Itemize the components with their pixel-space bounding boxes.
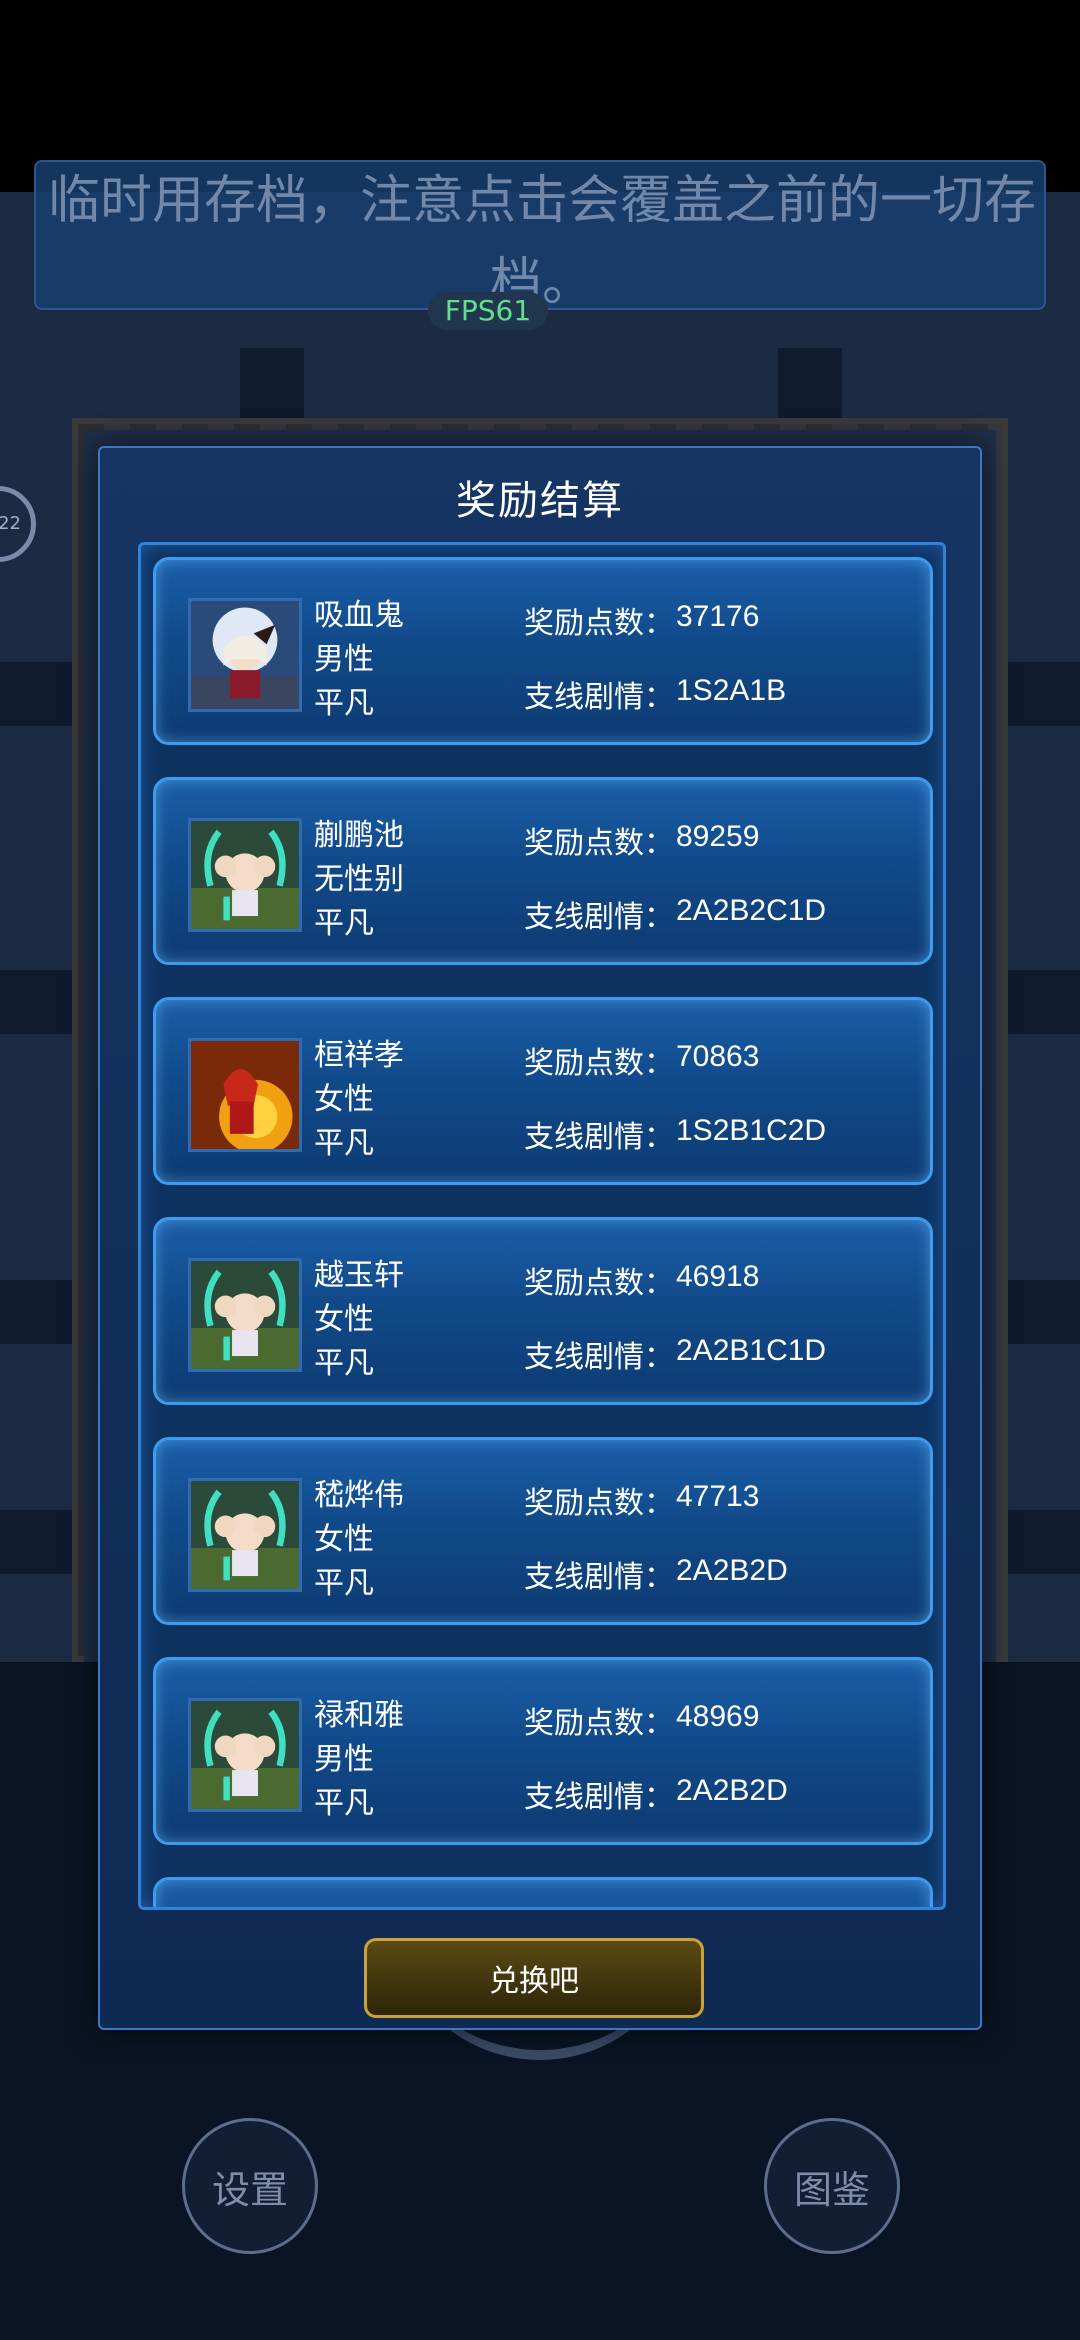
side-block (1008, 970, 1080, 1034)
side-block (0, 970, 72, 1034)
branch-story-value: 2A2B2D (676, 1554, 788, 1587)
reward-points-value: 37176 (676, 600, 760, 633)
reward-settlement-dialog: 奖励结算 吸血鬼 男性 平凡 奖励点数： 37176 支线剧情： 1S2A1B 蒯鹏池 无性别… (98, 446, 982, 2030)
branch-story-label: 支线剧情： (524, 1120, 674, 1155)
character-gender: 女性 (314, 1522, 374, 1557)
reward-card[interactable]: 吸血鬼男性平凡 奖励点数： 37176 支线剧情： 1S2A1B (153, 557, 933, 745)
codex-button[interactable]: 图鉴 (764, 2118, 900, 2254)
fps-counter: FPS61 (428, 292, 548, 330)
side-block (0, 662, 72, 726)
reward-points-label: 奖励点数： (524, 606, 674, 641)
save-notice-banner[interactable]: 临时用存档，注意点击会覆盖之前的一切存档。 (34, 160, 1046, 310)
branch-story-label: 支线剧情： (524, 1780, 674, 1815)
character-talent: 平凡 (314, 906, 374, 941)
branch-story-label: 支线剧情： (524, 1340, 674, 1375)
side-block (1008, 1280, 1080, 1344)
branch-story-label: 支线剧情： (524, 900, 674, 935)
reward-points-value: 46918 (676, 1260, 760, 1293)
dialog-title: 奖励结算 (456, 478, 624, 524)
side-block (0, 1510, 72, 1574)
character-name: 蒯鹏池 (314, 818, 404, 853)
reward-card-partial[interactable] (153, 1877, 933, 1907)
branch-story-label: 支线剧情： (524, 680, 674, 715)
character-gender: 女性 (314, 1082, 374, 1117)
character-name: 禄和雅 (314, 1698, 404, 1733)
branch-story-value: 1S2A1B (676, 674, 787, 707)
character-name: 越玉轩 (314, 1258, 404, 1293)
reward-card[interactable]: 禄和雅男性平凡 奖励点数： 48969 支线剧情： 2A2B2D (153, 1657, 933, 1845)
character-avatar (188, 1038, 302, 1152)
side-block (0, 1280, 72, 1344)
character-avatar (188, 598, 302, 712)
character-avatar (188, 818, 302, 932)
save-notice-text: 临时用存档，注意点击会覆盖之前的一切存档。 (47, 171, 1036, 310)
character-avatar (188, 1258, 302, 1372)
reward-points-value: 70863 (676, 1040, 760, 1073)
exchange-button[interactable]: 兑换吧 (364, 1938, 704, 2018)
reward-points-label: 奖励点数： (524, 826, 674, 861)
side-block (1008, 1510, 1080, 1574)
branch-story-value: 1S2B1C2D (676, 1114, 827, 1147)
reward-points-label: 奖励点数： (524, 1706, 674, 1741)
reward-points-label: 奖励点数： (524, 1486, 674, 1521)
reward-points-value: 89259 (676, 820, 760, 853)
branch-story-label: 支线剧情： (524, 1560, 674, 1595)
settings-button[interactable]: 设置 (182, 2118, 318, 2254)
character-gender: 无性别 (314, 862, 404, 897)
reward-card[interactable]: 嵇烨伟女性平凡 奖励点数： 47713 支线剧情： 2A2B2D (153, 1437, 933, 1625)
character-gender: 女性 (314, 1302, 374, 1337)
reward-card[interactable]: 越玉轩女性平凡 奖励点数： 46918 支线剧情： 2A2B1C1D (153, 1217, 933, 1405)
branch-story-value: 2A2B1C1D (676, 1334, 827, 1367)
character-talent: 平凡 (314, 1786, 374, 1821)
reward-list[interactable]: 吸血鬼 男性 平凡 奖励点数： 37176 支线剧情： 1S2A1B 蒯鹏池 无性别 平凡 奖励点… (138, 542, 946, 1910)
character-gender: 男性 (314, 642, 374, 677)
character-name: 吸血鬼 (314, 598, 404, 633)
character-gender: 男性 (314, 1742, 374, 1777)
reward-points-label: 奖励点数： (524, 1266, 674, 1301)
character-talent: 平凡 (314, 1126, 374, 1161)
reward-points-value: 47713 (676, 1480, 760, 1513)
pillar-right (778, 348, 842, 420)
branch-story-value: 2A2B2D (676, 1774, 788, 1807)
reward-points-label: 奖励点数： (524, 1046, 674, 1081)
reward-points-value: 48969 (676, 1700, 760, 1733)
character-talent: 平凡 (314, 1566, 374, 1601)
reward-card[interactable]: 桓祥孝女性平凡 奖励点数： 70863 支线剧情： 1S2B1C2D (153, 997, 933, 1185)
character-talent: 平凡 (314, 686, 374, 721)
character-name: 桓祥孝 (314, 1038, 404, 1073)
character-avatar (188, 1478, 302, 1592)
character-name: 嵇烨伟 (314, 1478, 404, 1513)
side-block (1008, 662, 1080, 726)
branch-story-value: 2A2B2C1D (676, 894, 827, 927)
pillar-left (240, 348, 304, 420)
character-avatar (188, 1698, 302, 1812)
character-talent: 平凡 (314, 1346, 374, 1381)
reward-card[interactable]: 蒯鹏池无性别平凡 奖励点数： 89259 支线剧情： 2A2B2C1D (153, 777, 933, 965)
